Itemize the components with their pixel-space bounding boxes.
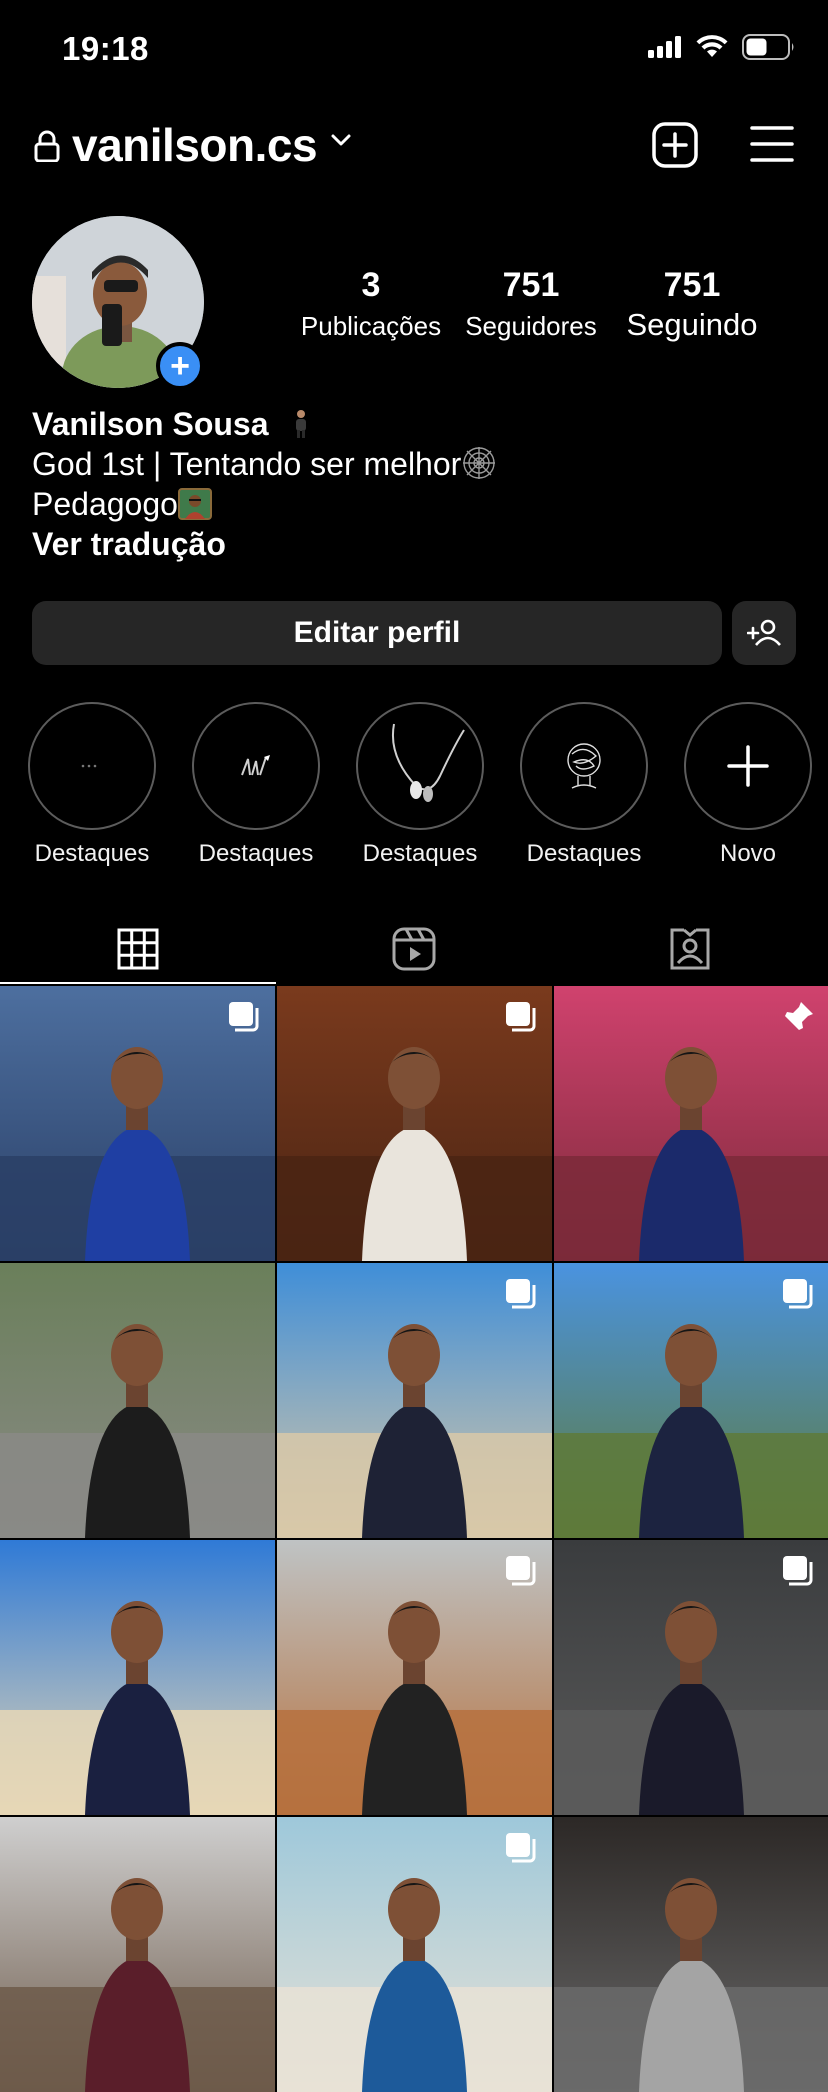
post-thumbnail[interactable]	[554, 1263, 828, 1538]
display-name-row: Vanilson Sousa	[32, 404, 497, 444]
post-thumbnail[interactable]	[277, 1817, 552, 2092]
post-photo	[0, 1540, 275, 1815]
carousel-icon	[506, 1002, 536, 1032]
highlight-cover	[356, 702, 484, 830]
dots-icon	[81, 764, 97, 768]
spider-web-emoji-icon	[463, 447, 496, 479]
highlight-new[interactable]: Novo	[683, 702, 813, 868]
post-photo	[554, 1817, 828, 2092]
edit-profile-button[interactable]: Editar perfil	[32, 601, 722, 665]
chevron-down-icon[interactable]	[330, 132, 352, 148]
bio: Vanilson Sousa God 1st | Tentando ser me…	[32, 404, 497, 564]
see-translation-link[interactable]: Ver tradução	[32, 524, 497, 564]
tab-reels[interactable]	[276, 912, 552, 986]
highlight-1[interactable]: Destaques	[27, 702, 157, 868]
carousel-icon	[506, 1556, 536, 1586]
reels-icon	[392, 927, 436, 971]
pin-icon	[784, 1002, 813, 1031]
post-thumbnail[interactable]	[0, 986, 275, 1261]
post-photo	[0, 1817, 275, 2092]
tab-grid[interactable]	[0, 912, 276, 986]
tab-tagged[interactable]	[552, 912, 828, 986]
posts-count-label: Publicações	[300, 311, 442, 341]
person-emoji-icon	[296, 410, 307, 438]
post-thumbnail[interactable]	[554, 1817, 828, 2092]
highlight-label: Destaques	[34, 840, 150, 867]
highlight-3[interactable]: Destaques	[355, 702, 485, 868]
plus-icon	[727, 745, 769, 787]
highlight-cover	[684, 702, 812, 830]
teacher-emoji-icon	[177, 488, 212, 520]
earphones-icon	[392, 723, 465, 802]
carousel-icon	[783, 1556, 813, 1586]
status-time: 19:18	[62, 30, 149, 67]
active-tab-indicator	[0, 982, 276, 984]
battery-icon	[742, 34, 794, 60]
status-icons	[648, 34, 796, 60]
status-bar: 19:18	[0, 0, 828, 100]
carousel-icon	[783, 1279, 813, 1309]
posts-count-value: 3	[361, 266, 381, 304]
post-thumbnail[interactable]	[554, 986, 828, 1261]
highlight-label: Destaques	[526, 840, 642, 867]
profile-tabs	[0, 912, 828, 986]
followers-count-value: 751	[502, 266, 560, 304]
followers-count-label: Seguidores	[465, 311, 597, 341]
new-post-icon[interactable]	[652, 122, 698, 168]
post-thumbnail[interactable]	[277, 986, 552, 1261]
menu-icon[interactable]	[750, 124, 794, 164]
highlight-label: Destaques	[198, 840, 314, 867]
post-thumbnail[interactable]	[554, 1540, 828, 1815]
bio-text-2: Pedagogo	[32, 486, 178, 522]
post-thumbnail[interactable]	[277, 1263, 552, 1538]
carousel-icon	[229, 1002, 259, 1032]
following-count-value: 751	[663, 266, 721, 304]
lock-icon	[34, 130, 60, 162]
bio-line-1: God 1st | Tentando ser melhor	[32, 444, 497, 484]
highlight-cover	[520, 702, 648, 830]
profile-header: vanilson.cs	[0, 110, 828, 180]
highlight-label: Destaques	[362, 840, 478, 867]
cellular-signal-icon	[648, 36, 681, 58]
bio-text-1: God 1st | Tentando ser melhor	[32, 446, 462, 482]
tagged-icon	[670, 928, 710, 970]
add-person-icon	[747, 619, 781, 646]
carousel-icon	[506, 1279, 536, 1309]
bio-line-2: Pedagogo	[32, 484, 497, 524]
highlight-cover	[192, 702, 320, 830]
post-thumbnail[interactable]	[0, 1817, 275, 2092]
highlight-cover	[28, 702, 156, 830]
following-count-label: Seguindo	[626, 307, 758, 342]
highlight-label: Novo	[719, 840, 777, 867]
drawing-icon	[241, 755, 270, 776]
highlight-4[interactable]: Destaques	[519, 702, 649, 868]
display-name: Vanilson Sousa	[32, 406, 269, 442]
posts-count[interactable]: 3 Publicações	[296, 266, 446, 342]
post-thumbnail[interactable]	[277, 1540, 552, 1815]
post-photo	[0, 1263, 275, 1538]
post-grid	[0, 986, 828, 2092]
post-thumbnail[interactable]	[0, 1540, 275, 1815]
username[interactable]: vanilson.cs	[72, 118, 318, 172]
post-thumbnail[interactable]	[0, 1263, 275, 1538]
grid-icon	[117, 928, 159, 970]
highlight-2[interactable]: Destaques	[191, 702, 321, 868]
following-count[interactable]: 751 Seguindo	[618, 266, 766, 343]
followers-count[interactable]: 751 Seguidores	[456, 266, 606, 342]
discover-people-button[interactable]	[732, 601, 796, 665]
add-story-button[interactable]: +	[156, 342, 204, 390]
carousel-icon	[506, 1833, 536, 1863]
head-scribble-icon	[567, 743, 601, 789]
wifi-icon	[696, 35, 728, 57]
